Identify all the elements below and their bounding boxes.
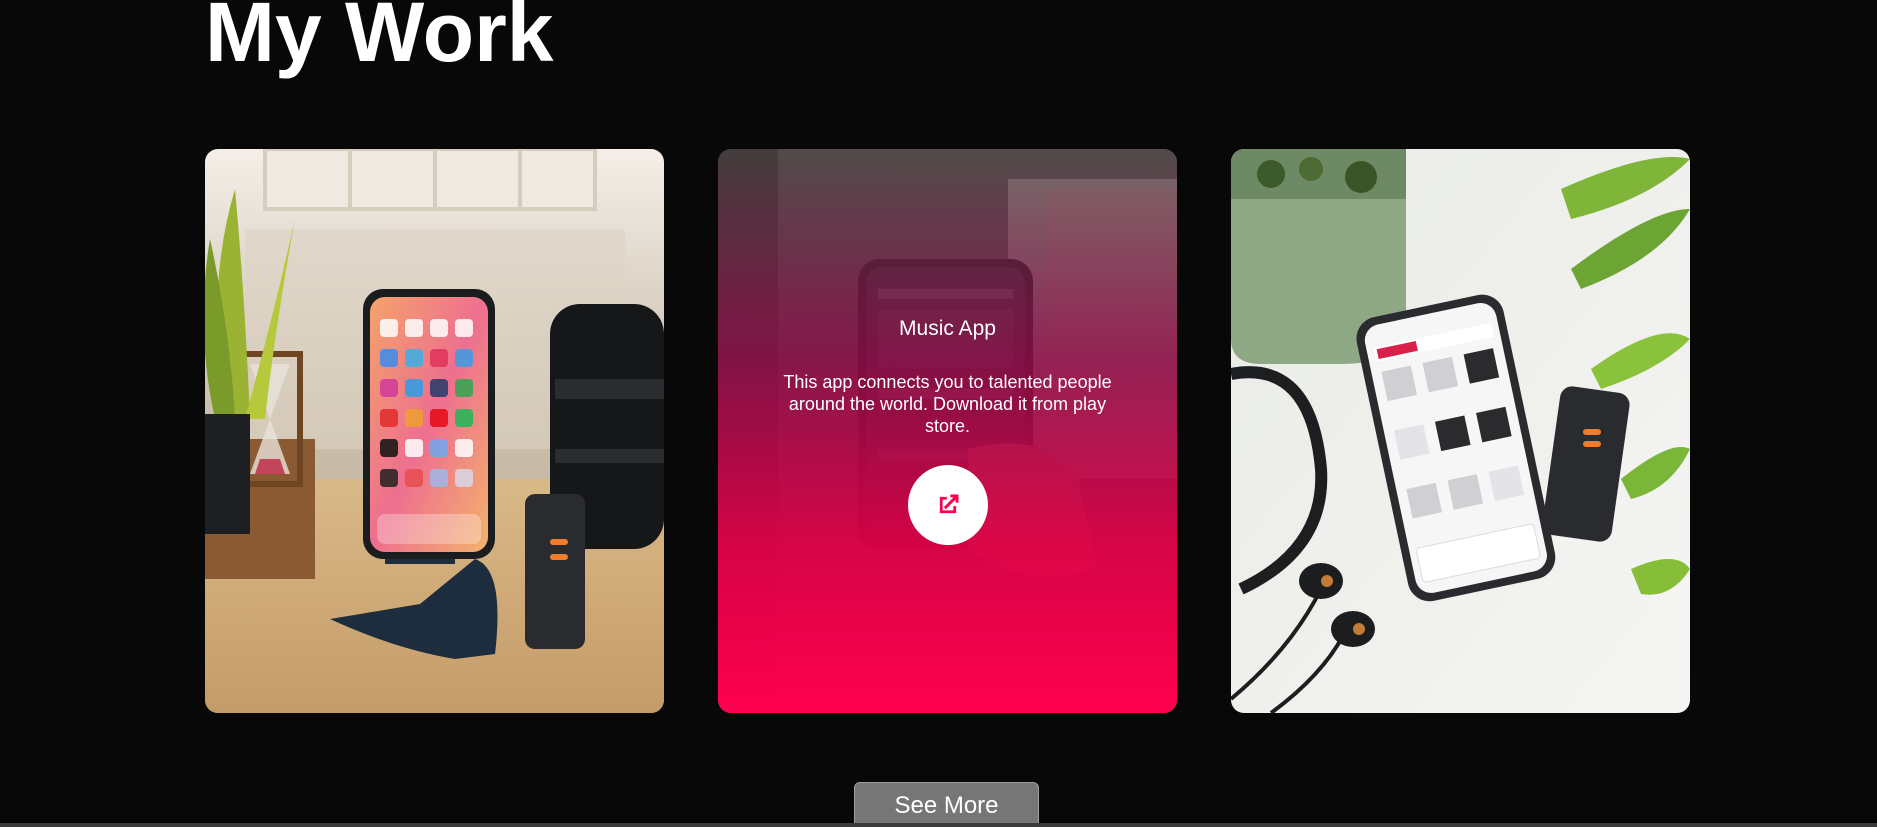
- work-card-1[interactable]: [205, 149, 664, 713]
- work-image-ecommerce-phone: [1231, 149, 1690, 713]
- see-more-button[interactable]: See More: [854, 782, 1039, 827]
- section-title: My Work: [205, 0, 554, 79]
- work-list: Music App This app connects you to talen…: [205, 149, 1691, 713]
- external-link-button[interactable]: [907, 465, 988, 545]
- work-card-3[interactable]: [1231, 149, 1690, 713]
- work-description: This app connects you to talented people…: [783, 372, 1112, 436]
- work-image-phone-stand: [205, 149, 664, 713]
- portfolio-section: My Work Music App This app connects you …: [0, 0, 1877, 827]
- external-link-icon: [939, 494, 958, 514]
- work-card-overlay: Music App This app connects you to talen…: [718, 149, 1177, 713]
- work-title: Music App: [899, 317, 996, 340]
- work-card-2[interactable]: Music App This app connects you to talen…: [718, 149, 1177, 713]
- bottom-divider: [0, 823, 1877, 827]
